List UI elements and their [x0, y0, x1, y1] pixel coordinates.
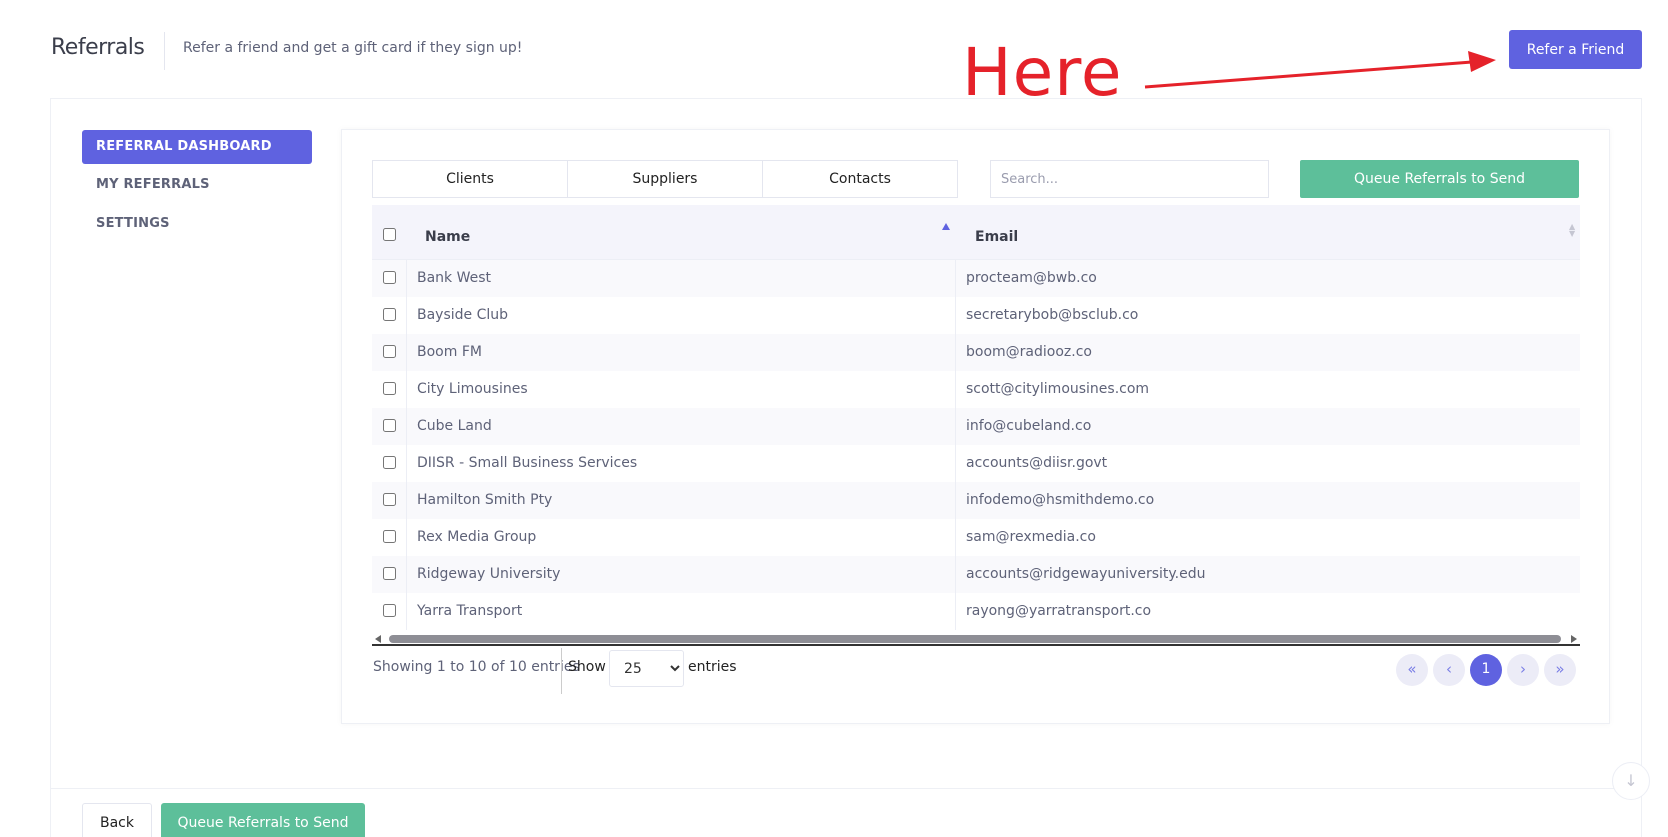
row-checkbox[interactable]: [383, 456, 396, 469]
table-row[interactable]: Yarra Transport rayong@yarratransport.co: [372, 593, 1580, 630]
first-page-button[interactable]: «: [1396, 654, 1428, 686]
sidebar-item-referral-dashboard[interactable]: REFERRAL DASHBOARD: [82, 130, 312, 164]
cell-name: Bank West: [417, 270, 492, 286]
row-checkbox[interactable]: [383, 530, 396, 543]
cell-name: City Limousines: [417, 381, 528, 397]
tab-suppliers[interactable]: Suppliers: [568, 161, 763, 197]
column-divider: [406, 260, 407, 630]
next-page-button[interactable]: ›: [1507, 654, 1539, 686]
title-divider: [164, 32, 165, 70]
row-checkbox[interactable]: [383, 345, 396, 358]
entries-per-page-select[interactable]: 25: [609, 650, 684, 687]
column-header-name[interactable]: Name: [425, 229, 470, 245]
cell-email: rayong@yarratransport.co: [966, 603, 1152, 619]
scroll-down-arrow-icon[interactable]: ↓: [1612, 762, 1650, 800]
cell-name: Ridgeway University: [417, 566, 561, 582]
cell-email: sam@rexmedia.co: [966, 529, 1096, 545]
table-row[interactable]: City Limousines scott@citylimousines.com: [372, 371, 1580, 408]
cell-email: procteam@bwb.co: [966, 270, 1097, 286]
contact-type-tabs: Clients Suppliers Contacts: [372, 160, 958, 198]
tab-clients[interactable]: Clients: [373, 161, 568, 197]
table-row[interactable]: Bank West procteam@bwb.co: [372, 260, 1580, 297]
page-subtitle: Refer a friend and get a gift card if th…: [183, 40, 523, 56]
table-header: Name Email ▲ ▼: [372, 205, 1580, 260]
row-checkbox[interactable]: [383, 604, 396, 617]
show-label: Show: [568, 659, 606, 675]
row-checkbox[interactable]: [383, 567, 396, 580]
table-row[interactable]: Hamilton Smith Pty infodemo@hsmithdemo.co: [372, 482, 1580, 519]
last-page-button[interactable]: »: [1544, 654, 1576, 686]
annotation-arrow-icon: [1144, 51, 1496, 89]
cell-name: Yarra Transport: [417, 603, 523, 619]
cell-email: scott@citylimousines.com: [966, 381, 1150, 397]
sidebar-item-my-referrals[interactable]: MY REFERRALS: [82, 168, 312, 202]
showing-entries-text: Showing 1 to 10 of 10 entries: [373, 659, 580, 675]
scroll-left-icon[interactable]: [375, 635, 381, 643]
page-title: Referrals: [51, 35, 145, 60]
cell-email: accounts@diisr.govt: [966, 455, 1108, 471]
table-row[interactable]: Boom FM boom@radiooz.co: [372, 334, 1580, 371]
bottom-divider: [50, 788, 1642, 789]
scroll-right-icon[interactable]: [1571, 635, 1577, 643]
row-checkbox[interactable]: [383, 419, 396, 432]
referrals-table: Name Email ▲ ▼ Bank West procteam@bwb.co Ba…: [372, 205, 1580, 630]
previous-page-button[interactable]: ‹: [1433, 654, 1465, 686]
table-row[interactable]: Rex Media Group sam@rexmedia.co: [372, 519, 1580, 556]
annotation-here-text: Here: [962, 34, 1123, 111]
cell-name: Cube Land: [417, 418, 492, 434]
row-checkbox[interactable]: [383, 382, 396, 395]
scrollbar-thumb[interactable]: [389, 635, 1561, 643]
page-1-button[interactable]: 1: [1470, 654, 1502, 686]
select-all-checkbox[interactable]: [383, 228, 396, 241]
table-row[interactable]: Ridgeway University accounts@ridgewayuniv…: [372, 556, 1580, 593]
cell-email: info@cubeland.co: [966, 418, 1092, 434]
cell-email: boom@radiooz.co: [966, 344, 1092, 360]
cell-name: Hamilton Smith Pty: [417, 492, 553, 508]
sort-both-icon[interactable]: ▲ ▼: [1569, 223, 1575, 238]
column-header-email[interactable]: Email: [975, 229, 1018, 245]
cell-name: Bayside Club: [417, 307, 509, 323]
cell-email: secretarybob@bsclub.co: [966, 307, 1139, 323]
queue-referrals-bottom-button[interactable]: Queue Referrals to Send: [161, 803, 365, 837]
column-divider: [955, 260, 956, 630]
cell-name: Rex Media Group: [417, 529, 537, 545]
tab-contacts[interactable]: Contacts: [763, 161, 957, 197]
sort-ascending-icon[interactable]: [942, 223, 950, 230]
cell-name: DIISR - Small Business Services: [417, 455, 638, 471]
back-button[interactable]: Back: [82, 803, 152, 837]
search-input[interactable]: [990, 160, 1269, 198]
row-checkbox[interactable]: [383, 308, 396, 321]
cell-email: infodemo@hsmithdemo.co: [966, 492, 1155, 508]
table-row[interactable]: DIISR - Small Business Services accounts@…: [372, 445, 1580, 482]
row-checkbox[interactable]: [383, 493, 396, 506]
row-checkbox[interactable]: [383, 271, 396, 284]
footer-divider: [561, 648, 562, 694]
sidebar-item-settings[interactable]: SETTINGS: [82, 207, 312, 241]
pagination: « ‹ 1 › »: [1396, 654, 1576, 686]
cell-name: Boom FM: [417, 344, 482, 360]
table-row[interactable]: Bayside Club secretarybob@bsclub.co: [372, 297, 1580, 334]
entries-label: entries: [688, 659, 737, 675]
table-row[interactable]: Cube Land info@cubeland.co: [372, 408, 1580, 445]
table-body: Bank West procteam@bwb.co Bayside Club secr…: [372, 260, 1580, 630]
horizontal-scrollbar[interactable]: [372, 632, 1580, 646]
queue-referrals-button[interactable]: Queue Referrals to Send: [1300, 160, 1579, 198]
cell-email: accounts@ridgewayuniversity.edu: [966, 566, 1206, 582]
refer-a-friend-button[interactable]: Refer a Friend: [1509, 30, 1642, 69]
